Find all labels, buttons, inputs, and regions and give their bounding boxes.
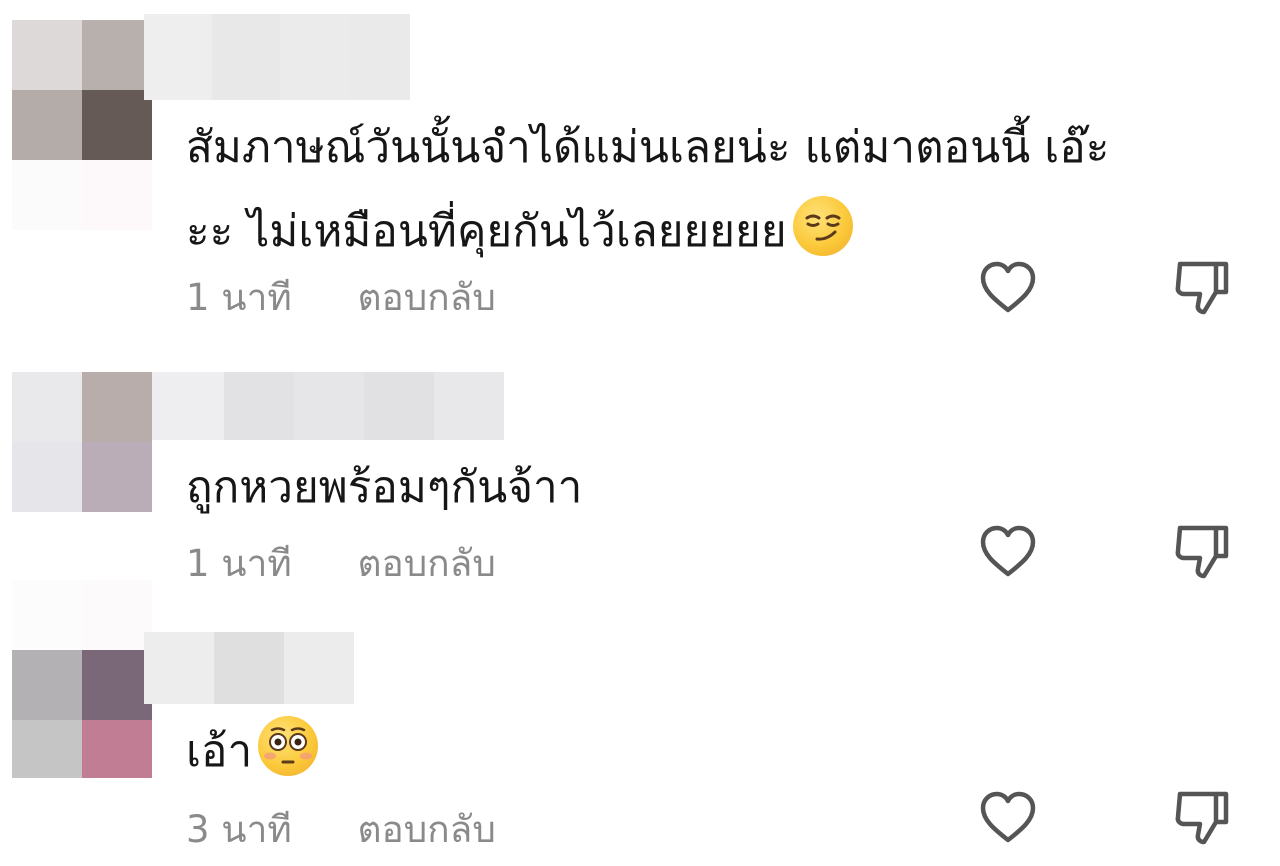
comment-text-line: เอ้า xyxy=(186,710,319,794)
heart-outline-icon xyxy=(980,791,1036,843)
reply-button[interactable]: ตอบกลับ xyxy=(358,800,496,859)
comment-meta: 3 นาที ตอบกลับ xyxy=(186,800,496,859)
username-blurred[interactable] xyxy=(144,632,354,704)
comment-text: เอ้า xyxy=(186,710,319,794)
flushed-face-emoji-icon xyxy=(258,716,319,776)
comment-text-line-content: เอ้า xyxy=(186,726,253,777)
comment-item: เอ้า 3 นาที ตอบกลับ xyxy=(0,0,1280,866)
like-button[interactable] xyxy=(976,786,1040,850)
avatar[interactable] xyxy=(12,580,152,778)
dislike-button[interactable] xyxy=(1170,786,1234,850)
thumbs-down-outline-icon xyxy=(1175,791,1229,845)
timestamp: 3 นาที xyxy=(186,808,292,851)
